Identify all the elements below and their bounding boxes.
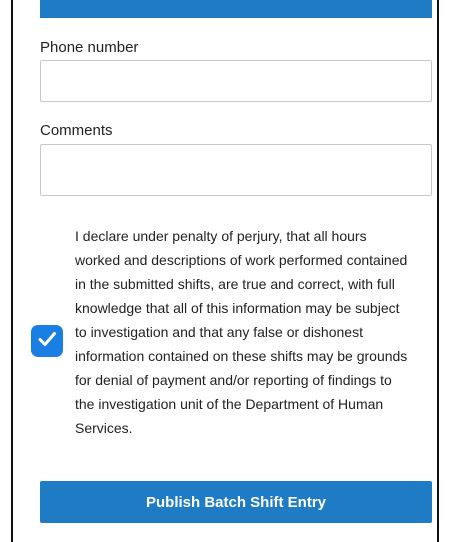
declaration-line: to investigation and that any false or d…	[75, 324, 363, 340]
phone-number-input[interactable]	[40, 60, 432, 102]
checkmark-icon	[36, 328, 58, 355]
declaration-line: I declare under penalty of perjury, that…	[75, 228, 367, 244]
comments-label: Comments	[40, 122, 113, 139]
declaration-line: information contained on these shifts ma…	[75, 348, 408, 364]
declaration-line: Services.	[75, 420, 133, 436]
publish-batch-shift-entry-button[interactable]: Publish Batch Shift Entry	[40, 481, 432, 523]
declaration-line: worked and descriptions of work performe…	[75, 252, 408, 268]
comments-input[interactable]	[40, 144, 432, 196]
phone-number-label: Phone number	[40, 39, 139, 56]
declaration-line: in the submitted shifts, are true and co…	[75, 276, 395, 292]
declaration-line: for denial of payment and/or reporting o…	[75, 372, 392, 388]
declaration-text: I declare under penalty of perjury, that…	[75, 224, 437, 440]
declaration-line: the investigation unit of the Department…	[75, 396, 384, 412]
declaration-checkbox[interactable]	[31, 325, 63, 357]
previous-section-button-edge[interactable]	[40, 0, 432, 18]
declaration-line: knowledge that all of this information m…	[75, 300, 400, 316]
